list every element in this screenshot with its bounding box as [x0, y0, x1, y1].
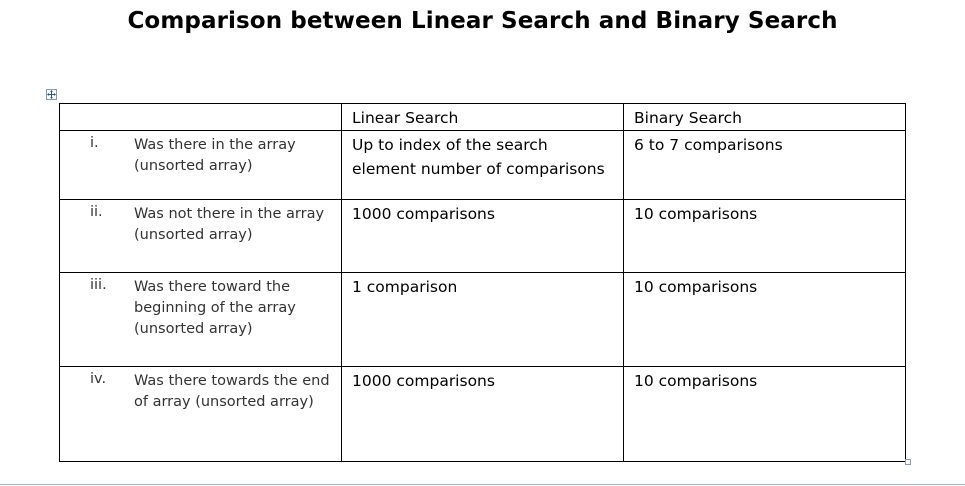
- row-number: iii.: [90, 277, 107, 293]
- binary-cell[interactable]: 10 comparisons: [623, 366, 906, 462]
- binary-cell[interactable]: 10 comparisons: [623, 199, 906, 273]
- table-row: ii. Was not there in the array (unsorted…: [59, 199, 906, 273]
- document-title: Comparison between Linear Search and Bin…: [127, 8, 838, 34]
- comparison-table: Linear Search Binary Search i. Was there…: [59, 103, 906, 462]
- table-row: iii. Was there toward the beginning of t…: [59, 272, 906, 367]
- row-number: iv.: [90, 371, 107, 387]
- case-description: Was there toward the beginning of the ar…: [134, 279, 296, 337]
- case-cell[interactable]: ii. Was not there in the array (unsorted…: [59, 199, 342, 273]
- header-cell-linear[interactable]: Linear Search: [341, 103, 624, 131]
- binary-cell[interactable]: 6 to 7 comparisons: [623, 130, 906, 200]
- table-move-handle-icon[interactable]: [46, 89, 57, 100]
- case-cell[interactable]: i. Was there in the array (unsorted arra…: [59, 130, 342, 200]
- table-header-row: Linear Search Binary Search: [59, 103, 906, 131]
- case-description: Was there in the array (unsorted array): [134, 137, 296, 174]
- linear-cell[interactable]: Up to index of the search element number…: [341, 130, 624, 200]
- case-description: Was there towards the end of array (unso…: [134, 373, 330, 410]
- table-row: i. Was there in the array (unsorted arra…: [59, 130, 906, 200]
- header-cell-binary[interactable]: Binary Search: [623, 103, 906, 131]
- table-row: iv. Was there towards the end of array (…: [59, 366, 906, 462]
- linear-cell[interactable]: 1000 comparisons: [341, 366, 624, 462]
- binary-cell[interactable]: 10 comparisons: [623, 272, 906, 367]
- linear-cell[interactable]: 1 comparison: [341, 272, 624, 367]
- case-cell[interactable]: iii. Was there toward the beginning of t…: [59, 272, 342, 367]
- case-description: Was not there in the array (unsorted arr…: [134, 206, 325, 243]
- row-number: i.: [90, 135, 99, 151]
- case-cell[interactable]: iv. Was there towards the end of array (…: [59, 366, 342, 462]
- linear-cell[interactable]: 1000 comparisons: [341, 199, 624, 273]
- header-cell-empty[interactable]: [59, 103, 342, 131]
- table-resize-handle-icon[interactable]: [905, 459, 911, 465]
- row-number: ii.: [90, 204, 103, 220]
- page-divider: [0, 484, 965, 485]
